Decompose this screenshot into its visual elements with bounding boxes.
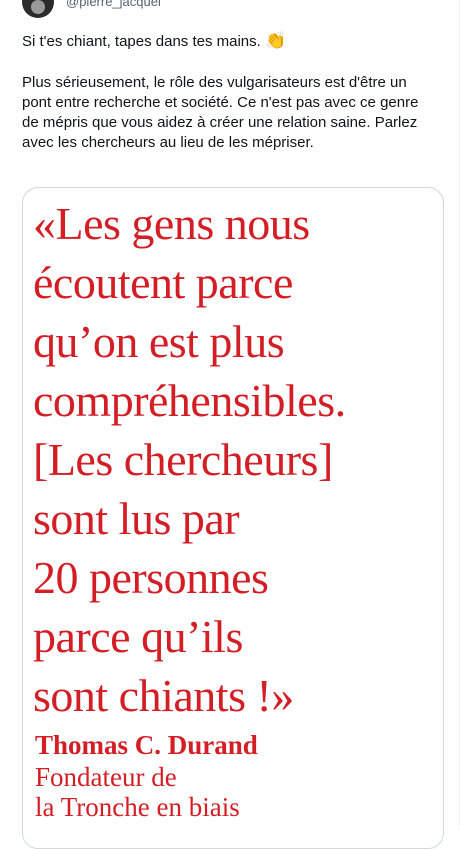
quote-line: sont lus par xyxy=(33,493,240,544)
quote-line: compréhensibles. xyxy=(33,375,346,426)
quote-line: qu’on est plus xyxy=(33,316,285,367)
quote-line: parce qu’ils xyxy=(33,611,243,662)
role-line: la Tronche en biais xyxy=(35,792,240,822)
tweet-text-intro: Si t'es chiant, tapes dans tes mains. xyxy=(22,33,261,50)
author-handle[interactable]: @pierre_jacquel xyxy=(66,0,161,9)
quote-author: Thomas C. Durand xyxy=(35,730,258,760)
quote-line: 20 personnes xyxy=(33,552,269,603)
quote-line: «Les gens nous xyxy=(33,198,310,249)
tweet: @pierre_jacquel Si t'es chiant, tapes da… xyxy=(0,0,460,849)
tweet-media-image[interactable]: «Les gens nous écoutent parce qu’on est … xyxy=(22,187,444,849)
quote-line: écoutent parce xyxy=(33,257,293,308)
quote-line: sont chiants !» xyxy=(33,670,294,721)
clapping-hands-emoji-icon: 👏 xyxy=(265,31,287,50)
quote-line: [Les chercheurs] xyxy=(33,434,333,485)
quote-text: «Les gens nous écoutent parce qu’on est … xyxy=(33,194,346,725)
quote-author-role: Fondateur de la Tronche en biais xyxy=(35,762,240,822)
role-line: Fondateur de xyxy=(35,762,177,792)
author-avatar[interactable] xyxy=(22,0,54,18)
tweet-text-paragraph: Plus sérieusement, le rôle des vulgarisa… xyxy=(22,74,419,151)
tweet-text-line1: Si t'es chiant, tapes dans tes mains. 👏 xyxy=(22,31,286,52)
